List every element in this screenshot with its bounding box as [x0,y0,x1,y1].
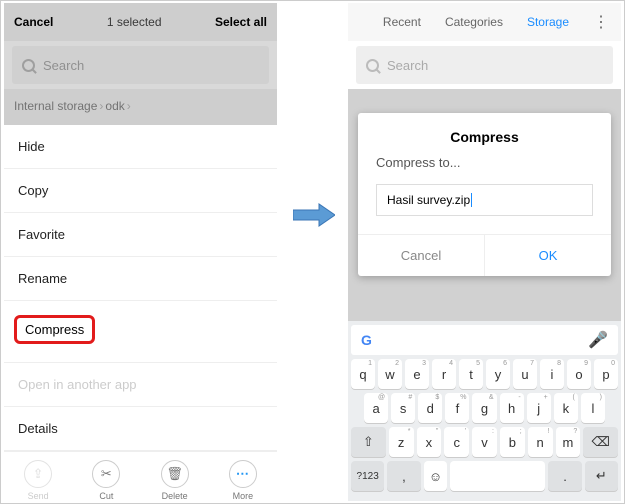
key-s[interactable]: s# [391,393,415,423]
menu-compress[interactable]: Compress [14,315,95,344]
key-backspace[interactable]: ⌫ [583,427,618,457]
key-t[interactable]: t5 [459,359,483,389]
key-enter[interactable]: ↵ [585,461,618,491]
key-n[interactable]: n! [528,427,553,457]
filename-input[interactable]: Hasil survey.zip [376,184,593,216]
key-h[interactable]: h- [500,393,524,423]
key-period[interactable]: . [548,461,581,491]
dialog-ok-button[interactable]: OK [485,235,611,276]
tab-storage[interactable]: Storage [527,15,569,29]
key-j[interactable]: j+ [527,393,551,423]
menu-hide[interactable]: Hide [4,125,277,169]
tab-recent[interactable]: Recent [383,15,421,29]
action-cut[interactable]: ✂ Cut [92,460,120,501]
delete-icon: 🗑 [161,460,189,488]
key-emoji[interactable]: ☺ [424,461,448,491]
key-v[interactable]: v: [472,427,497,457]
menu-rename[interactable]: Rename [4,257,277,301]
key-e[interactable]: e3 [405,359,429,389]
key-z[interactable]: z* [389,427,414,457]
soft-keyboard: G 🎤 q1w2e3r4t5y6u7i8o9p0 a@s#d$f%g&h-j+k… [348,321,621,501]
menu-details[interactable]: Details [4,407,277,451]
search-icon [366,59,379,72]
phone-right: Recent Categories Storage ⋮ Search Compr… [348,3,621,501]
key-space[interactable] [450,461,545,491]
key-b[interactable]: b; [500,427,525,457]
key-o[interactable]: o9 [567,359,591,389]
arrow-icon [293,201,335,234]
key-d[interactable]: d$ [418,393,442,423]
key-g[interactable]: g& [472,393,496,423]
action-send: ⇪ Send [24,460,52,501]
more-icon: ⋯ [229,460,257,488]
cut-icon: ✂ [92,460,120,488]
key-w[interactable]: w2 [378,359,402,389]
send-icon: ⇪ [24,460,52,488]
top-tabs: Recent Categories Storage ⋮ [348,3,621,41]
left-dimmed-header: Cancel 1 selected Select all Search Inte… [4,3,277,125]
key-k[interactable]: k( [554,393,578,423]
menu-copy[interactable]: Copy [4,169,277,213]
key-x[interactable]: x" [417,427,442,457]
key-r[interactable]: r4 [432,359,456,389]
key-q[interactable]: q1 [351,359,375,389]
key-a[interactable]: a@ [364,393,388,423]
key-l[interactable]: l) [581,393,605,423]
tab-categories[interactable]: Categories [445,15,503,29]
key-u[interactable]: u7 [513,359,537,389]
dialog-title: Compress [358,113,611,155]
suggestion-bar: G 🎤 [351,325,618,355]
search-placeholder: Search [387,58,428,73]
dialog-subtitle: Compress to... [358,155,611,180]
compress-dialog: Compress Compress to... Hasil survey.zip… [358,113,611,276]
kebab-menu-icon[interactable]: ⋮ [593,12,609,32]
google-logo-icon[interactable]: G [361,332,372,348]
mic-icon[interactable]: 🎤 [588,330,608,350]
key-c[interactable]: c' [444,427,469,457]
action-delete[interactable]: 🗑 Delete [161,460,189,501]
menu-favorite[interactable]: Favorite [4,213,277,257]
key-y[interactable]: y6 [486,359,510,389]
dialog-cancel-button[interactable]: Cancel [358,235,485,276]
key-p[interactable]: p0 [594,359,618,389]
key-comma[interactable]: , [387,461,420,491]
phone-left: Cancel 1 selected Select all Search Inte… [4,3,277,501]
search-field[interactable]: Search [356,46,613,84]
text-caret [471,193,472,207]
menu-open-in-app: Open in another app [4,363,277,407]
key-shift[interactable]: ⇧ [351,427,386,457]
bottom-action-bar: ⇪ Send ✂ Cut 🗑 Delete ⋯ More [4,451,277,501]
key-f[interactable]: f% [445,393,469,423]
context-menu: Hide Copy Favorite Rename Compress Open … [4,125,277,451]
key-i[interactable]: i8 [540,359,564,389]
key-m[interactable]: m? [556,427,581,457]
key-symbols[interactable]: ?123 [351,461,384,491]
action-more[interactable]: ⋯ More [229,460,257,501]
